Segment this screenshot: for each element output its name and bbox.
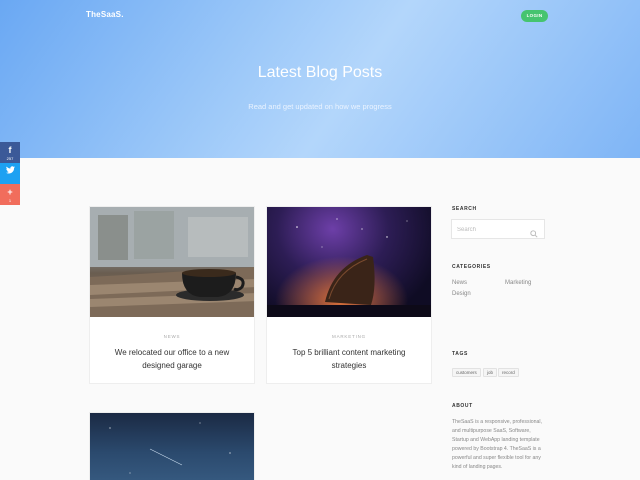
post-image-boat-night-sky[interactable]	[267, 207, 431, 317]
login-button[interactable]: LOGIN	[521, 10, 548, 22]
twitter-share-button[interactable]	[0, 163, 20, 184]
google-plus-share-button[interactable]: + 1	[0, 184, 20, 205]
plus-icon: +	[7, 187, 13, 197]
facebook-share-count: 257	[6, 156, 14, 161]
post-category[interactable]: NEWS	[90, 334, 254, 339]
search-input[interactable]	[457, 224, 527, 236]
blog-post-card[interactable]: NEWS We relocated our office to a new de…	[89, 206, 255, 384]
category-link-design[interactable]: Design	[452, 291, 471, 297]
category-link-marketing[interactable]: Marketing	[505, 280, 531, 286]
search-heading: SEARCH	[452, 206, 477, 212]
tags-heading: TAGS	[452, 351, 468, 357]
post-image-coffee-cup[interactable]	[90, 207, 254, 317]
facebook-icon: f	[8, 145, 12, 155]
category-link-news[interactable]: News	[452, 280, 467, 286]
search-box[interactable]	[451, 219, 545, 239]
google-plus-share-count: 1	[8, 198, 12, 203]
page-title: Latest Blog Posts	[257, 64, 383, 81]
post-category[interactable]: MARKETING	[267, 334, 431, 339]
hero-banner: TheSaaS. LOGIN Latest Blog Posts Read an…	[0, 0, 640, 158]
post-title[interactable]: We relocated our office to a new designe…	[90, 346, 254, 372]
about-heading: ABOUT	[452, 403, 473, 409]
post-title[interactable]: Top 5 brilliant content marketing strate…	[267, 346, 431, 372]
facebook-share-button[interactable]: f 257	[0, 142, 20, 163]
tag-job[interactable]: job	[483, 368, 498, 377]
page-subtitle: Read and get updated on how we progress	[248, 102, 392, 111]
tag-customers[interactable]: customers	[452, 368, 481, 377]
blog-post-card[interactable]	[89, 412, 255, 480]
twitter-icon	[0, 163, 20, 177]
blog-post-card[interactable]: MARKETING Top 5 brilliant content market…	[266, 206, 432, 384]
post-image-starry-sky[interactable]	[90, 413, 254, 480]
categories-heading: CATEGORIES	[452, 264, 491, 270]
about-text: TheSaaS is a responsive, professional, a…	[452, 419, 542, 470]
tag-record[interactable]: record	[498, 368, 519, 377]
search-icon[interactable]	[530, 225, 538, 243]
brand-logo[interactable]: TheSaaS.	[86, 10, 124, 19]
